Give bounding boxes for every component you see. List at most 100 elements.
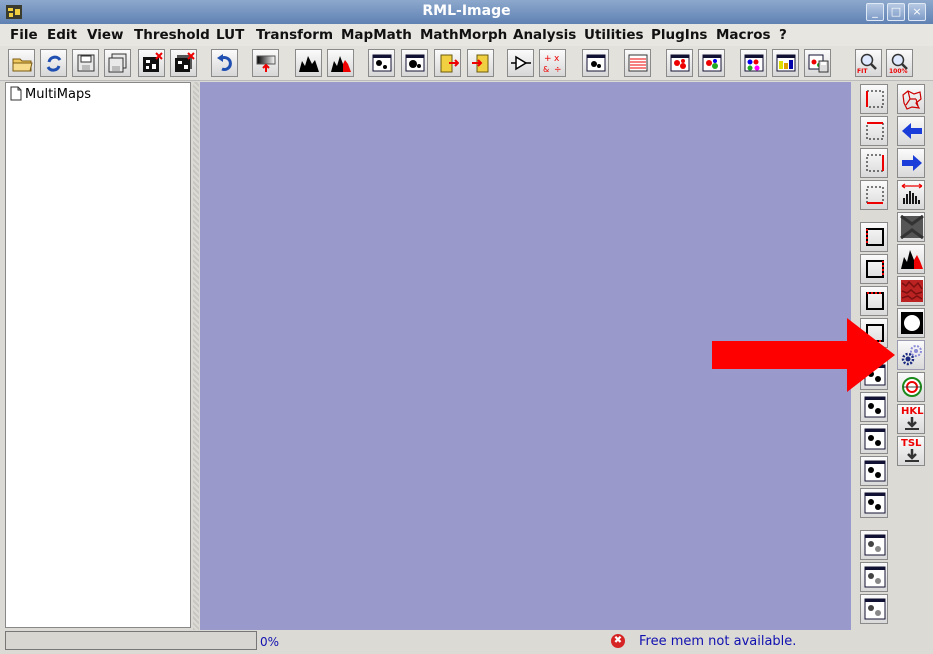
multicolor-map-button[interactable] (740, 49, 767, 77)
grain-network-icon (902, 90, 922, 110)
progress-percent: 0% (260, 635, 280, 649)
size-distribution-button[interactable] (897, 180, 925, 210)
open-folder-icon (12, 58, 33, 72)
map-thumb-6-button[interactable] (860, 530, 888, 560)
select-top-edge-button[interactable] (860, 116, 888, 146)
title-bar: RML-Image _ □ × (0, 0, 933, 24)
menu-help[interactable]: ? (779, 27, 787, 43)
import-door-icon (472, 54, 489, 73)
threshold-histogram-button[interactable] (327, 49, 354, 77)
menu-lut[interactable]: LUT (216, 27, 244, 43)
memory-status: Free mem not available. (639, 634, 797, 649)
select-left-edge-button[interactable] (860, 84, 888, 114)
map-thumb-7-button[interactable] (860, 562, 888, 592)
grain-network-button[interactable] (897, 84, 925, 114)
selection-bottom-icon (866, 186, 884, 204)
close-all-button[interactable] (170, 49, 197, 77)
next-button[interactable] (897, 148, 925, 178)
tree-item-multimaps[interactable]: MultiMaps (10, 86, 91, 102)
rect-top-red-button[interactable] (860, 286, 888, 316)
color-chart-icon (776, 54, 796, 72)
rect-right-red-button[interactable] (860, 254, 888, 284)
export-button[interactable] (434, 49, 461, 77)
rect-left-red-button[interactable] (860, 222, 888, 252)
histogram-threshold-button[interactable] (897, 244, 925, 274)
zoom-100-label: 100% (889, 68, 908, 75)
svg-text:÷: ÷ (554, 65, 562, 74)
map-thumbnail-icon (864, 492, 886, 514)
map-view-button[interactable] (368, 49, 395, 77)
progress-bar (5, 631, 257, 650)
red-texture-button[interactable] (897, 276, 925, 306)
phase-map-icon (670, 54, 690, 72)
menu-edit[interactable]: Edit (47, 27, 77, 43)
menu-mathmorph[interactable]: MathMorph (420, 27, 507, 43)
import-button[interactable] (467, 49, 494, 77)
histogram-button[interactable] (295, 49, 322, 77)
split-pane-divider[interactable] (193, 82, 199, 630)
zoom-fit-button[interactable]: FIT (855, 49, 882, 77)
menu-view[interactable]: View (87, 27, 123, 43)
math-operations-button[interactable]: + x & ÷ (539, 49, 566, 77)
map-thumb-3-button[interactable] (860, 424, 888, 454)
arrow-left-icon (902, 123, 922, 139)
close-image-icon (143, 52, 163, 72)
profile-lines-button[interactable] (624, 49, 651, 77)
import-tsl-button[interactable]: TSL (897, 436, 925, 466)
menu-macros[interactable]: Macros (716, 27, 771, 43)
color-chart-button[interactable] (772, 49, 799, 77)
menu-file[interactable]: File (10, 27, 38, 43)
close-button[interactable]: × (908, 3, 926, 21)
tree-panel: MultiMaps (5, 82, 191, 628)
zoom-fit-label: FIT (857, 68, 868, 75)
zoom-100-button[interactable]: 100% (886, 49, 913, 77)
menu-threshold[interactable]: Threshold (134, 27, 210, 43)
color-map-icon (702, 54, 722, 72)
map-compare-button[interactable] (582, 49, 609, 77)
texture-noise-button[interactable] (897, 212, 925, 242)
math-operators-icon: + x& ÷ (543, 54, 562, 74)
multicolor-map-icon (744, 54, 764, 72)
gradient-button[interactable] (252, 49, 279, 77)
menu-analysis[interactable]: Analysis (513, 27, 576, 43)
undo-button[interactable] (211, 49, 238, 77)
download-arrow-icon (905, 449, 919, 462)
select-right-edge-button[interactable] (860, 148, 888, 178)
map-thumb-4-button[interactable] (860, 456, 888, 486)
minimize-button[interactable]: _ (866, 3, 884, 21)
select-bottom-edge-button[interactable] (860, 180, 888, 210)
menu-plugins[interactable]: PlugIns (651, 27, 707, 43)
map-thumb-8-button[interactable] (860, 594, 888, 624)
maximize-button[interactable]: □ (887, 3, 905, 21)
map-thumbnail-icon (864, 396, 886, 418)
settings-button[interactable] (897, 340, 925, 370)
menu-bar: File Edit View Threshold LUT Transform M… (0, 24, 933, 46)
open-folder-button[interactable] (8, 49, 35, 77)
circle-button[interactable] (897, 308, 925, 338)
reload-button[interactable] (40, 49, 67, 77)
buffer-button[interactable] (507, 49, 534, 77)
lines-icon (628, 54, 648, 72)
pole-figure-button[interactable] (897, 372, 925, 402)
circle-icon (901, 312, 923, 334)
menu-mapmath[interactable]: MapMath (341, 27, 412, 43)
menu-utilities[interactable]: Utilities (584, 27, 644, 43)
save-button[interactable] (72, 49, 99, 77)
color-map-button[interactable] (698, 49, 725, 77)
histogram-icon (299, 56, 319, 72)
close-image-button[interactable] (138, 49, 165, 77)
map-overlay-button[interactable] (401, 49, 428, 77)
map-thumb-2-button[interactable] (860, 392, 888, 422)
rect-right-red-icon (866, 260, 884, 278)
import-hkl-button[interactable]: HKL (897, 404, 925, 434)
previous-button[interactable] (897, 116, 925, 146)
phase-map-button[interactable] (666, 49, 693, 77)
save-map-button[interactable] (804, 49, 831, 77)
save-as-button[interactable] (104, 49, 131, 77)
map-overlay-icon (405, 54, 425, 72)
menu-transform[interactable]: Transform (256, 27, 333, 43)
tree-item-label: MultiMaps (25, 87, 91, 102)
buffer-gate-icon (511, 55, 531, 71)
map-thumb-5-button[interactable] (860, 488, 888, 518)
gradient-icon (256, 55, 276, 72)
